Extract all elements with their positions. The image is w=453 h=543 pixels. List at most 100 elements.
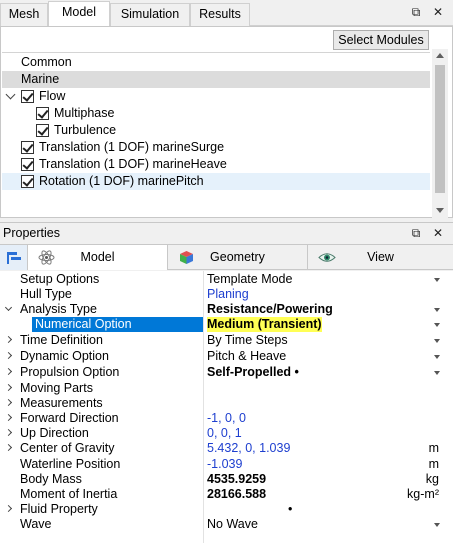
prop-row-moment-of-inertia[interactable]: Moment of Inertia 28166.588 kg-m² — [0, 487, 453, 502]
prop-row-propulsion-option[interactable]: Propulsion Option Self-Propelled • — [0, 365, 453, 380]
expand-chevron-icon[interactable] — [4, 367, 13, 376]
tab-label: View — [367, 250, 394, 264]
collapse-chevron-icon[interactable] — [4, 303, 13, 312]
dropdown-arrow-icon[interactable] — [434, 523, 440, 527]
module-item-turbulence[interactable]: Turbulence — [2, 122, 430, 139]
prop-row-setup-options[interactable]: Setup Options Template Mode — [0, 272, 453, 287]
restore-icon[interactable]: ⧉ — [408, 4, 424, 20]
tab-view[interactable]: View — [308, 245, 453, 270]
tab-model[interactable]: Model — [48, 1, 110, 27]
properties-title: Properties — [3, 226, 60, 240]
prop-value[interactable]: 28166.588 — [207, 487, 266, 502]
module-item-flow[interactable]: Flow — [2, 88, 430, 105]
categorized-view-icon[interactable] — [0, 245, 28, 270]
turbulence-checkbox[interactable] — [36, 124, 49, 137]
tab-geometry[interactable]: Geometry — [168, 245, 308, 270]
top-tab-bar: Mesh Model Simulation Results ⧉ ✕ — [0, 0, 453, 27]
scroll-down-icon[interactable] — [436, 208, 444, 213]
expand-chevron-icon[interactable] — [4, 335, 13, 344]
dropdown-arrow-icon[interactable] — [434, 308, 440, 312]
close-icon[interactable]: ✕ — [430, 4, 446, 20]
multiphase-checkbox[interactable] — [36, 107, 49, 120]
close-icon[interactable]: ✕ — [430, 225, 446, 241]
module-label: Flow — [39, 89, 66, 103]
expand-chevron-icon[interactable] — [4, 504, 13, 513]
select-modules-button[interactable]: Select Modules — [333, 30, 429, 50]
tab-simulation[interactable]: Simulation — [110, 3, 190, 26]
marine-heave-checkbox[interactable] — [21, 158, 34, 171]
expand-chevron-icon[interactable] — [5, 89, 16, 100]
prop-value[interactable]: -1.039 — [207, 457, 242, 472]
tab-model-properties[interactable]: Model — [28, 245, 168, 270]
prop-row-wave[interactable]: Wave No Wave — [0, 517, 453, 532]
expand-chevron-icon[interactable] — [4, 351, 13, 360]
prop-name: Time Definition — [20, 333, 103, 347]
scroll-up-icon[interactable] — [436, 53, 444, 58]
prop-name: Moment of Inertia — [20, 487, 118, 501]
prop-row-moving-parts[interactable]: Moving Parts — [0, 381, 453, 396]
dropdown-arrow-icon[interactable] — [434, 355, 440, 359]
prop-row-numerical-option[interactable]: Numerical Option Medium (Transient) — [0, 317, 453, 332]
module-label: Turbulence — [54, 123, 117, 137]
prop-row-up-direction[interactable]: Up Direction 0, 0, 1 — [0, 426, 453, 441]
prop-value[interactable]: Resistance/Powering — [207, 302, 333, 317]
prop-name: Measurements — [20, 396, 103, 410]
prop-value[interactable]: 4535.9259 — [207, 472, 266, 487]
expand-chevron-icon[interactable] — [4, 413, 13, 422]
expand-chevron-icon[interactable] — [4, 428, 13, 437]
prop-value[interactable]: 0, 0, 1 — [207, 426, 242, 441]
prop-name: Setup Options — [20, 272, 100, 286]
tab-results[interactable]: Results — [190, 3, 250, 26]
module-label: Translation (1 DOF) marineHeave — [39, 157, 227, 171]
tab-mesh[interactable]: Mesh — [0, 3, 48, 26]
prop-value[interactable]: 5.432, 0, 1.039 — [207, 441, 290, 456]
marine-pitch-checkbox[interactable] — [21, 175, 34, 188]
prop-row-body-mass[interactable]: Body Mass 4535.9259 kg — [0, 472, 453, 487]
module-item-multiphase[interactable]: Multiphase — [2, 105, 430, 122]
dropdown-arrow-icon[interactable] — [434, 339, 440, 343]
expand-chevron-icon[interactable] — [4, 383, 13, 392]
prop-value[interactable]: Pitch & Heave — [207, 349, 286, 364]
prop-row-hull-type[interactable]: Hull Type Planing — [0, 287, 453, 302]
properties-tab-bar: Model Geometry View — [0, 244, 453, 270]
expand-chevron-icon[interactable] — [4, 443, 13, 452]
prop-value[interactable]: By Time Steps — [207, 333, 288, 348]
tab-label: Model — [80, 250, 115, 264]
prop-name: Moving Parts — [20, 381, 93, 395]
prop-row-analysis-type[interactable]: Analysis Type Resistance/Powering — [0, 302, 453, 317]
module-label: Marine — [21, 72, 60, 86]
prop-name: Up Direction — [20, 426, 89, 440]
prop-row-fluid-property[interactable]: Fluid Property • — [0, 502, 453, 517]
prop-row-measurements[interactable]: Measurements — [0, 396, 453, 411]
cube-icon — [178, 249, 195, 266]
prop-value[interactable]: • — [288, 502, 292, 517]
module-item-marine[interactable]: Marine — [2, 71, 430, 88]
restore-icon[interactable]: ⧉ — [408, 225, 424, 241]
prop-value[interactable]: No Wave — [207, 517, 258, 532]
modules-scrollbar[interactable] — [432, 49, 448, 218]
module-label: Rotation (1 DOF) marinePitch — [39, 174, 204, 188]
marine-surge-checkbox[interactable] — [21, 141, 34, 154]
prop-row-time-definition[interactable]: Time Definition By Time Steps — [0, 333, 453, 348]
module-item-marine-surge[interactable]: Translation (1 DOF) marineSurge — [2, 139, 430, 156]
prop-row-dynamic-option[interactable]: Dynamic Option Pitch & Heave — [0, 349, 453, 364]
prop-row-center-of-gravity[interactable]: Center of Gravity 5.432, 0, 1.039 m — [0, 441, 453, 456]
prop-name: Numerical Option — [35, 317, 132, 331]
expand-chevron-icon[interactable] — [4, 398, 13, 407]
dropdown-arrow-icon[interactable] — [434, 323, 440, 327]
prop-value[interactable]: Medium (Transient) — [207, 317, 322, 332]
prop-row-forward-direction[interactable]: Forward Direction -1, 0, 0 — [0, 411, 453, 426]
prop-value[interactable]: -1, 0, 0 — [207, 411, 246, 426]
module-item-common[interactable]: Common — [2, 54, 430, 71]
prop-value[interactable]: Template Mode — [207, 272, 292, 287]
dropdown-arrow-icon[interactable] — [434, 371, 440, 375]
prop-value[interactable]: Self-Propelled • — [207, 365, 299, 380]
module-item-marine-heave[interactable]: Translation (1 DOF) marineHeave — [2, 156, 430, 173]
scroll-thumb[interactable] — [435, 65, 445, 193]
flow-checkbox[interactable] — [21, 90, 34, 103]
prop-row-waterline-position[interactable]: Waterline Position -1.039 m — [0, 457, 453, 472]
dropdown-arrow-icon[interactable] — [434, 278, 440, 282]
module-item-marine-pitch[interactable]: Rotation (1 DOF) marinePitch — [2, 173, 430, 190]
prop-name: Analysis Type — [20, 302, 97, 316]
prop-value[interactable]: Planing — [207, 287, 249, 302]
